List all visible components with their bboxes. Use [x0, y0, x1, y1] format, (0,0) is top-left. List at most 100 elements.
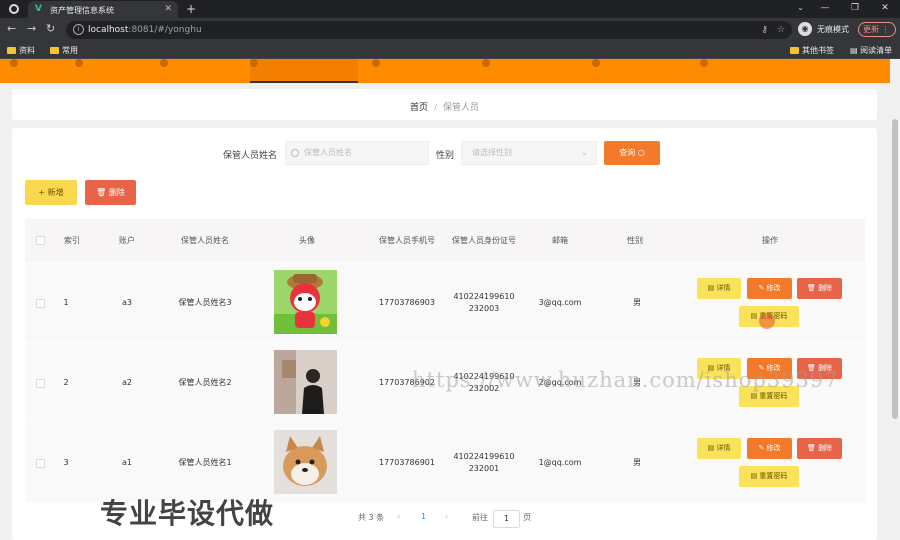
incognito-icon: ◉ [798, 22, 812, 36]
minimize-icon[interactable]: — [810, 0, 840, 18]
page-scrollbar[interactable] [890, 59, 900, 540]
nav-icon [482, 59, 490, 67]
close-tab-icon[interactable]: ✕ [164, 4, 172, 14]
nav-item[interactable] [592, 59, 672, 83]
table-row: 3 a1 保管人员姓名1 17703786901 410224199610 23… [25, 422, 865, 502]
address-bar[interactable]: i localhost:8081/#/yonghu ⚷ ☆ [66, 21, 792, 39]
detail-button[interactable]: ▤ 详情 [697, 278, 741, 299]
next-page-icon[interactable]: › [445, 512, 448, 521]
row-checkbox[interactable] [36, 459, 45, 468]
update-label: 更新 [863, 25, 879, 34]
prev-page-icon[interactable]: ‹ [397, 512, 400, 521]
header-email: 邮箱 [552, 235, 568, 245]
back-icon[interactable]: ← [7, 22, 16, 35]
breadcrumb-panel: 首页 / 保管人员 [12, 89, 877, 120]
reset-password-button[interactable]: ▤ 重置密码 [739, 466, 799, 487]
close-window-icon[interactable]: ✕ [870, 0, 900, 18]
batch-delete-label: 删除 [108, 188, 125, 197]
cell-account: a3 [122, 298, 132, 307]
row-checkbox[interactable] [36, 379, 45, 388]
browser-tabbar: V 资产管理信息系统 ✕ + ⌄ — ❐ ✕ [0, 0, 900, 18]
name-search-input[interactable]: 保管人员姓名 [285, 141, 429, 165]
site-info-icon[interactable]: i [73, 24, 84, 35]
cell-name: 保管人员姓名1 [178, 458, 232, 467]
nav-icon [372, 59, 380, 67]
url-host: localhost [88, 25, 129, 35]
folder-icon [50, 47, 59, 54]
nav-icon [250, 59, 258, 67]
header-phone: 保管人员手机号 [379, 235, 435, 245]
nav-icon [10, 59, 18, 67]
nav-icon [75, 59, 83, 67]
row-delete-button[interactable]: 🗑 删除 [797, 438, 842, 459]
goto-page-input[interactable]: 1 [493, 510, 520, 528]
edit-button[interactable]: ✎ 修改 [747, 438, 792, 459]
header-account: 账户 [119, 235, 135, 245]
header-index: 索引 [64, 235, 80, 245]
shiba-dog-avatar [274, 430, 337, 494]
nav-item[interactable] [372, 59, 452, 83]
reading-list[interactable]: ▤ 阅读清单 [850, 45, 892, 56]
table-row: 1 a3 保管人员姓名3 17703786903 410224199610 23… [25, 262, 865, 342]
update-button[interactable]: 更新 ⋮ [858, 22, 896, 37]
cell-email: 3@qq.com [538, 298, 582, 307]
nav-icon [592, 59, 600, 67]
restore-icon[interactable]: ❐ [840, 0, 870, 18]
browser-tab[interactable]: V 资产管理信息系统 ✕ [28, 1, 178, 18]
bookmark-star-icon[interactable]: ☆ [777, 21, 785, 39]
nav-item[interactable] [10, 59, 60, 83]
cell-index: 2 [63, 378, 69, 387]
search-icon [291, 149, 299, 157]
scrollbar-thumb[interactable] [892, 119, 898, 419]
bookmark-folder-docs[interactable]: 资料 [7, 45, 35, 56]
nav-item[interactable] [482, 59, 552, 83]
bookmarks-bar: 资料 常用 其他书签 ▤ 阅读清单 [0, 42, 900, 59]
header-id-number: 保管人员身份证号 [452, 235, 516, 245]
window-controls: — ❐ ✕ [810, 0, 900, 18]
add-button[interactable]: + 新增 [25, 180, 77, 205]
detail-button[interactable]: ▤ 详情 [697, 438, 741, 459]
top-nav [0, 59, 900, 83]
browser-toolbar: ← → ↻ i localhost:8081/#/yonghu ⚷ ☆ ◉ 无痕… [0, 18, 900, 42]
incognito-label: 无痕模式 [817, 25, 849, 34]
batch-delete-button[interactable]: 🗑 删除 [85, 180, 136, 205]
row-delete-button[interactable]: 🗑 删除 [797, 278, 842, 299]
data-table: 索引 账户 保管人员姓名 头像 保管人员手机号 保管人员身份证号 邮箱 性别 操… [25, 219, 865, 502]
nav-item[interactable] [700, 59, 780, 83]
nav-item[interactable] [75, 59, 135, 83]
chevron-down-icon: ⌄ [581, 148, 588, 157]
tab-search-icon[interactable]: ⌄ [797, 3, 804, 12]
header-avatar: 头像 [299, 235, 315, 245]
cell-name: 保管人员姓名2 [178, 378, 232, 387]
nav-item[interactable] [160, 59, 235, 83]
reload-icon[interactable]: ↻ [46, 22, 55, 35]
breadcrumb-home[interactable]: 首页 [410, 103, 428, 113]
cell-account: a1 [122, 458, 132, 467]
name-search-label: 保管人员姓名 [223, 151, 278, 161]
edit-button[interactable]: ✎ 修改 [747, 278, 792, 299]
name-search-placeholder: 保管人员姓名 [304, 148, 352, 157]
nav-item-active[interactable] [250, 59, 358, 83]
gender-select[interactable]: 请选择性别 ⌄ [461, 141, 597, 165]
gender-label: 性别 [436, 151, 455, 161]
key-icon[interactable]: ⚷ [761, 21, 768, 39]
watermark-text: https://www.huzhan.com/ishop39397 [412, 368, 839, 392]
id-number-part1: 410224199610 [453, 452, 515, 461]
id-number-part2: 232003 [468, 304, 500, 313]
breadcrumb: 首页 / 保管人员 [12, 100, 877, 113]
forward-icon[interactable]: → [27, 22, 36, 35]
query-button[interactable]: 查询 ○ [604, 141, 660, 165]
header-gender: 性别 [627, 235, 643, 245]
bookmark-folder-common[interactable]: 常用 [50, 45, 78, 56]
page-number-1[interactable]: 1 [421, 512, 426, 521]
cell-gender: 男 [633, 458, 641, 467]
header-name: 保管人员姓名 [181, 235, 229, 245]
row-checkbox[interactable] [36, 299, 45, 308]
select-all-checkbox[interactable] [36, 236, 45, 245]
new-tab-icon[interactable]: + [186, 2, 196, 16]
browser-menu-icon[interactable] [9, 4, 19, 14]
bookmark-folder-other[interactable]: 其他书签 [790, 45, 834, 56]
cartoon-fox-avatar [274, 270, 337, 334]
vue-logo-icon: V [35, 4, 42, 14]
table-header: 索引 账户 保管人员姓名 头像 保管人员手机号 保管人员身份证号 邮箱 性别 操… [25, 219, 865, 262]
